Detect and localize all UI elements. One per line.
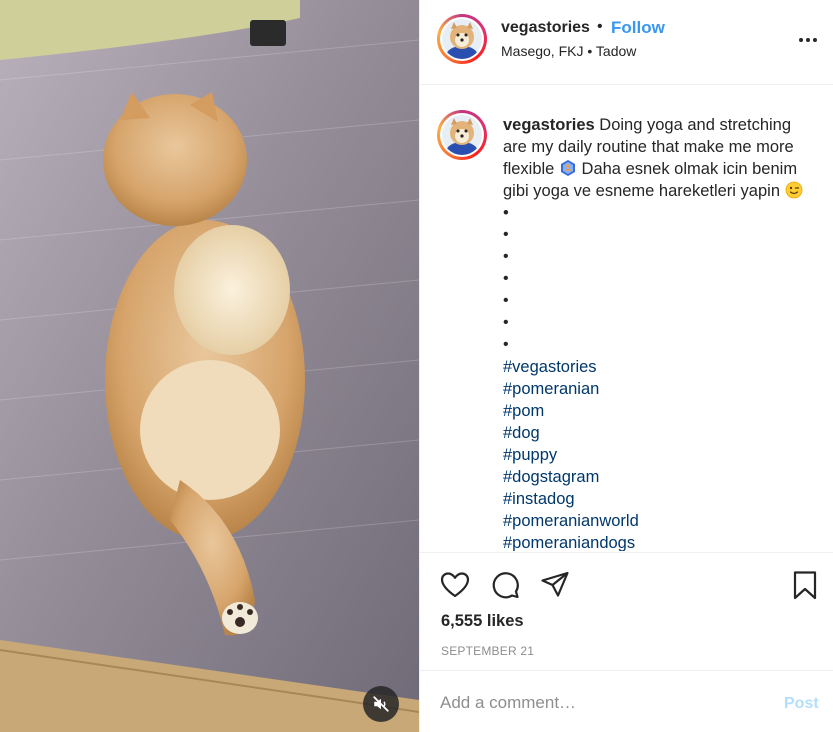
post-media[interactable] [0,0,419,732]
avatar-dog-icon [442,19,482,59]
post-comment-button[interactable]: Post [784,695,819,713]
yoga-emoji [560,160,575,176]
comment-bubble-icon[interactable] [489,569,521,601]
bullet: • [503,270,509,287]
bullet: • [503,336,509,353]
hashtag-link[interactable]: #dogstagram [503,466,639,488]
post-header: vegastories • Follow Masego, FKJ • Tadow [420,0,833,85]
hashtag-link[interactable]: #dog [503,422,639,444]
post-side-panel: vegastories • Follow Masego, FKJ • Tadow [419,0,833,732]
caption-avatar[interactable] [437,110,487,160]
post-date[interactable]: SEPTEMBER 21 [441,644,534,658]
bullet: • [503,314,509,331]
bullet: • [503,226,509,243]
caption-scroll-area[interactable]: vegastories Doing yoga and stretching ar… [420,86,833,551]
post-location[interactable]: Masego, FKJ • Tadow [501,43,636,59]
wink-emoji [785,181,802,199]
dog-video-frame [0,0,419,732]
hashtag-link[interactable]: #instadog [503,488,639,510]
hashtag-list: #vegastories #pomeranian #pom #dog #pupp… [503,356,639,551]
bullet: • [503,248,509,265]
avatar-dog-icon [442,115,482,155]
hashtag-link[interactable]: #vegastories [503,356,639,378]
heart-icon[interactable] [439,569,471,601]
follow-button[interactable]: Follow [611,18,665,38]
header-separator: • [597,18,603,35]
comment-input[interactable] [440,693,760,713]
hashtag-link[interactable]: #pomeranian [503,378,639,400]
paper-plane-icon[interactable] [539,569,571,601]
speaker-muted-icon [373,696,389,712]
caption-text-part3: • [503,204,509,222]
hashtag-link[interactable]: #pomeranianworld [503,510,639,532]
mute-toggle-button[interactable] [363,686,399,722]
bullet: • [503,292,509,309]
likes-count[interactable]: 6,555 likes [441,612,524,631]
caption-text: vegastories Doing yoga and stretching ar… [503,114,808,224]
hashtag-link[interactable]: #pomeraniandogs [503,532,639,551]
bookmark-icon[interactable] [789,569,821,601]
comment-bar: Post [420,670,833,732]
more-options-icon[interactable] [796,28,820,52]
caption-bullets: • • • • • • [503,224,509,356]
avatar[interactable] [437,14,487,64]
hashtag-link[interactable]: #pom [503,400,639,422]
hashtag-link[interactable]: #puppy [503,444,639,466]
caption-username[interactable]: vegastories [503,116,595,134]
post-actions: 6,555 likes SEPTEMBER 21 [420,552,833,672]
header-username[interactable]: vegastories [501,19,590,37]
